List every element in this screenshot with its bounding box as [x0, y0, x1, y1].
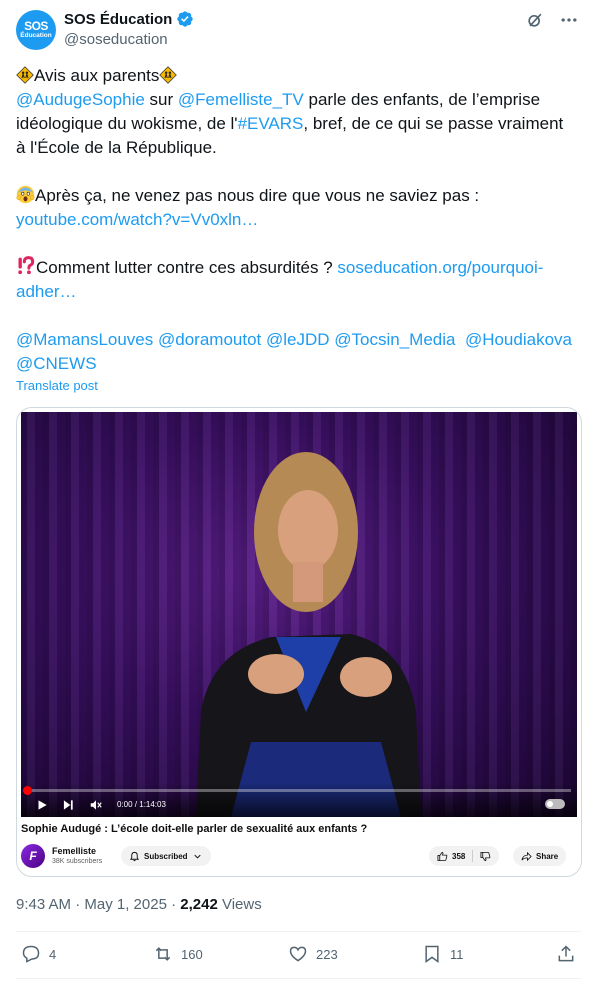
youtube-link[interactable]: youtube.com/watch?v=Vv0xln…	[16, 210, 258, 229]
video-player[interactable]: 0:00 / 1:14:03	[21, 412, 577, 817]
like-button[interactable]: 223	[288, 944, 338, 964]
exclamation-question-icon	[18, 256, 35, 275]
tweet-text: Avis aux parents @AudugeSophie sur @Feme…	[16, 64, 581, 376]
subscribed-label: Subscribed	[144, 851, 188, 861]
tweet-line-9: Comment lutter contre ces absurdités ? s…	[16, 256, 581, 280]
like-count: 223	[316, 946, 338, 962]
like-divider	[472, 850, 474, 862]
warning-children-icon	[159, 66, 178, 84]
mention-link[interactable]: @Houdiakova	[465, 330, 572, 349]
tweet-text-fragment: parle des enfants, de l’emprise	[303, 90, 541, 109]
repost-icon	[155, 947, 171, 961]
subscribed-button[interactable]: Subscribed	[121, 846, 211, 866]
tweet-line-1-text: Avis aux parents	[34, 66, 160, 85]
hashtag-link[interactable]: #EVARS	[238, 114, 304, 133]
screaming-face-icon	[16, 185, 35, 204]
more-options-icon[interactable]	[559, 10, 579, 30]
tweet-line-4: à l'École de la République.	[16, 138, 217, 157]
header-actions	[525, 10, 579, 30]
bell-icon	[129, 851, 140, 861]
tweet-line-2: @AudugeSophie sur @Femelliste_TV parle d…	[16, 88, 581, 112]
reply-icon	[22, 945, 40, 963]
share-button[interactable]	[556, 944, 576, 964]
tweet-text-fragment: idéologique du wokisme, de l'	[16, 114, 238, 133]
progress-scrubber[interactable]	[23, 786, 32, 795]
display-name[interactable]: SOS Éducation	[64, 11, 172, 28]
tweet-line-6: Après ça, ne venez pas nous dire que vou…	[16, 184, 581, 208]
video-share-label: Share	[536, 851, 559, 861]
share-arrow-icon	[521, 851, 532, 861]
views-label: Views	[217, 896, 262, 913]
divider	[16, 931, 581, 932]
video-controls: 0:00 / 1:14:03	[21, 783, 577, 817]
tweet-line-6-text: Après ça, ne venez pas nous dire que vou…	[35, 186, 480, 205]
translate-post-link[interactable]: Translate post	[16, 378, 98, 393]
repost-button[interactable]: 160	[153, 944, 203, 964]
channel-logo[interactable]: F	[21, 844, 45, 868]
views-count: 2,242	[180, 896, 218, 913]
share-icon	[558, 945, 574, 962]
reply-button[interactable]: 4	[21, 944, 56, 964]
author-name-row[interactable]: SOS Éducation	[64, 10, 194, 28]
mention-link[interactable]: @CNEWS	[16, 354, 97, 373]
mention-link[interactable]: @MamansLouves	[16, 330, 153, 349]
tweet-text-fragment: Comment lutter contre ces absurdités ?	[36, 258, 338, 277]
reply-count: 4	[49, 946, 57, 962]
mention-link[interactable]: @doramoutot	[158, 330, 261, 349]
tweet-meta: 9:43 AM · May 1, 2025 · 2,242 Views	[16, 896, 262, 913]
heart-icon	[289, 946, 307, 962]
bookmark-icon	[425, 945, 439, 963]
tweet-mentions-line-2: @CNEWS	[16, 352, 581, 376]
tweet-text-fragment: , bref, de ce qui se passe vraiment	[303, 114, 564, 133]
warning-children-icon	[16, 66, 34, 84]
repost-count: 160	[181, 946, 203, 962]
verified-badge-icon	[177, 11, 194, 27]
thumbs-up-icon	[437, 851, 448, 861]
tweet-mentions-line: @MamansLouves @doramoutot @leJDD @Tocsin…	[16, 328, 581, 352]
mention-link[interactable]: @Femelliste_TV	[178, 90, 304, 109]
tweet-line-7: youtube.com/watch?v=Vv0xln…	[16, 208, 581, 232]
bookmark-count: 11	[450, 946, 464, 962]
next-icon[interactable]	[61, 798, 75, 812]
bookmark-button[interactable]: 11	[422, 944, 464, 964]
video-time: 0:00 / 1:14:03	[117, 800, 166, 809]
website-link-continued[interactable]: adher…	[16, 282, 76, 301]
grok-icon[interactable]	[525, 10, 545, 30]
thumbs-down-icon[interactable]	[480, 851, 491, 862]
mute-icon[interactable]	[89, 798, 103, 812]
tweet-text-fragment: sur	[144, 90, 178, 109]
tweet-line-1: Avis aux parents	[16, 64, 581, 88]
video-title[interactable]: Sophie Audugé : L’école doit-elle parler…	[21, 823, 367, 835]
tweet-line-3: idéologique du wokisme, de l'#EVARS, bre…	[16, 112, 581, 136]
tweet-actions: 4 160 223 11	[16, 936, 581, 976]
media-card[interactable]: 0:00 / 1:14:03 Sophie Audugé : L’école d…	[16, 407, 582, 877]
tweet-timestamp[interactable]: 9:43 AM · May 1, 2025 ·	[16, 896, 180, 913]
mention-link[interactable]: @Tocsin_Media	[334, 330, 455, 349]
channel-row: F Femelliste 38K subscribers Subscribed …	[21, 844, 577, 870]
video-like-count: 358	[452, 851, 466, 861]
divider	[16, 978, 581, 979]
channel-subscribers: 38K subscribers	[52, 858, 103, 865]
channel-name[interactable]: Femelliste	[52, 846, 96, 856]
mention-link[interactable]: @AudugeSophie	[16, 90, 145, 109]
autoplay-toggle[interactable]	[545, 799, 565, 809]
avatar-line1: SOS	[24, 19, 48, 34]
tweet-line-10: adher…	[16, 280, 581, 304]
play-icon[interactable]	[35, 798, 49, 812]
website-link[interactable]: soseducation.org/pourquoi-	[337, 258, 543, 277]
video-like-button[interactable]: 358	[429, 846, 500, 866]
video-frame-person	[196, 452, 421, 817]
chevron-down-icon	[194, 854, 201, 859]
avatar-line2: Éducation	[20, 32, 52, 40]
progress-bar[interactable]	[23, 786, 571, 795]
video-share-button[interactable]: Share	[513, 846, 567, 866]
author-handle[interactable]: @soseducation	[64, 31, 168, 48]
avatar[interactable]: SOS Éducation	[16, 10, 56, 50]
mention-link[interactable]: @leJDD	[266, 330, 330, 349]
